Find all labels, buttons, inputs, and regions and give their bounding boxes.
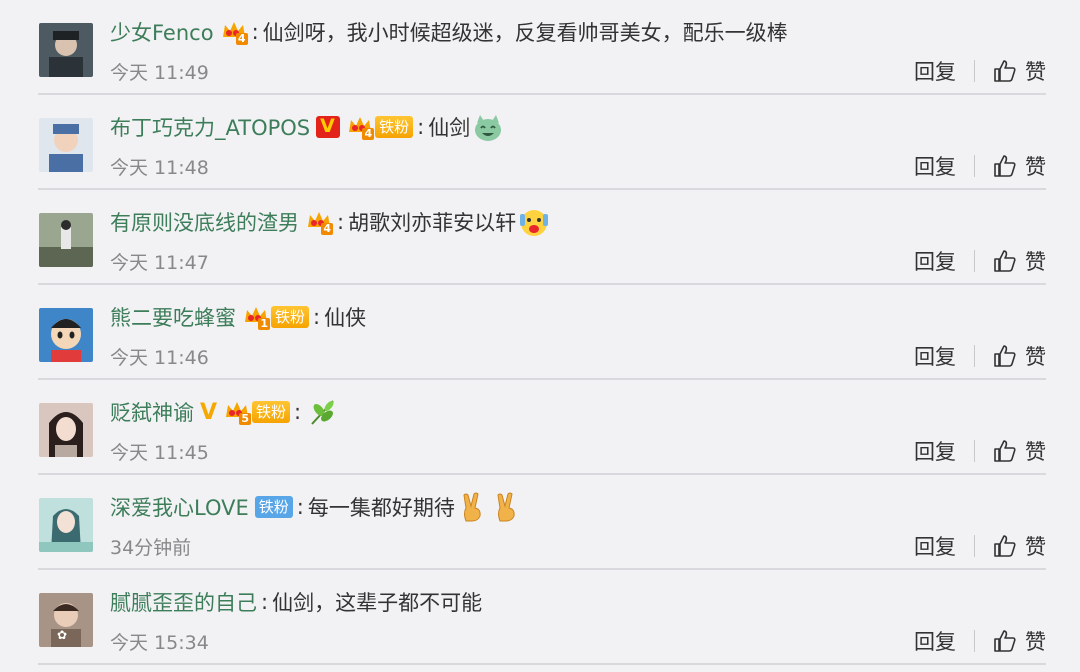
comment-text: 每一集都好期待 (307, 496, 455, 520)
reply-button[interactable]: 回复 (914, 626, 956, 656)
divider (974, 535, 975, 557)
avatar[interactable] (39, 308, 93, 362)
comment-text: 仙剑 (428, 116, 471, 140)
like-label: 赞 (1025, 250, 1046, 274)
username-link[interactable]: 深爱我心LOVE (110, 492, 249, 522)
comment-item: 熊二要吃蜂蜜 1 铁粉 : 仙侠 今天 11:46 回复 赞 (0, 285, 1080, 380)
like-button[interactable]: 赞 (993, 151, 1046, 181)
like-button[interactable]: 赞 (993, 341, 1046, 371)
thumbs-up-icon (993, 154, 1017, 178)
comment-item: 少女Fenco 4 : 仙剑呀，我小时候超级迷，反复看帅哥美女，配乐一级棒 今天… (0, 0, 1080, 95)
like-button[interactable]: 赞 (993, 626, 1046, 656)
username-link[interactable]: 熊二要吃蜂蜜 (110, 302, 236, 332)
fan-badge[interactable]: 铁粉 (252, 401, 291, 423)
username-link[interactable]: 少女Fenco (110, 17, 214, 47)
reply-button[interactable]: 回复 (914, 246, 956, 276)
thumbs-up-icon (993, 59, 1017, 83)
thumbs-up-icon (993, 629, 1017, 653)
comment-item: 贬弑神谕 V 5 铁粉 : 今天 11:45 回复 赞 (0, 380, 1080, 475)
thumbs-up-icon (993, 249, 1017, 273)
username-link[interactable]: 腻腻歪歪的自己 (110, 587, 257, 617)
comment-time: 今天 11:47 (110, 252, 209, 274)
svg-text:✿: ✿ (57, 628, 67, 642)
divider (974, 155, 975, 177)
divider (974, 250, 975, 272)
avatar[interactable] (39, 498, 93, 552)
reply-button[interactable]: 回复 (914, 341, 956, 371)
comment-time: 今天 11:45 (110, 442, 209, 464)
thumbs-up-icon (993, 534, 1017, 558)
like-button[interactable]: 赞 (993, 246, 1046, 276)
victory-hand-emoji-icon (457, 491, 489, 523)
comment-text: 仙剑呀，我小时候超级迷，反复看帅哥美女，配乐一级棒 (262, 21, 788, 45)
like-button[interactable]: 赞 (993, 56, 1046, 86)
like-button[interactable]: 赞 (993, 436, 1046, 466)
crown-badge-icon[interactable]: 4 (220, 19, 248, 45)
crown-badge-icon[interactable]: 5 (223, 399, 252, 425)
divider (974, 60, 975, 82)
comment-item: 布丁巧克力_ATOPOS V 4 铁粉 : 仙剑 今天 11:48 回复 赞 (0, 95, 1080, 190)
comment-time: 今天 11:48 (110, 157, 209, 179)
username-link[interactable]: 有原则没底线的渣男 (110, 207, 299, 237)
username-link[interactable]: 贬弑神谕 (110, 397, 194, 427)
comment-item: 深爱我心LOVE 铁粉 : 每一集都好期待 34分钟前 回复 赞 (0, 475, 1080, 570)
shock-face-emoji-icon (518, 206, 550, 238)
thumbs-up-icon (993, 344, 1017, 368)
row-divider (38, 663, 1046, 665)
thumbs-up-icon (993, 439, 1017, 463)
comment-text: 仙剑，这辈子都不可能 (272, 591, 483, 615)
reply-button[interactable]: 回复 (914, 436, 956, 466)
avatar[interactable] (39, 213, 93, 267)
comment-time: 今天 11:49 (110, 62, 209, 84)
comment-item: 有原则没底线的渣男 4 : 胡歌刘亦菲安以轩 今天 11:47 回复 赞 (0, 190, 1080, 285)
comment-list: 少女Fenco 4 : 仙剑呀，我小时候超级迷，反复看帅哥美女，配乐一级棒 今天… (0, 0, 1080, 672)
like-button[interactable]: 赞 (993, 531, 1046, 561)
like-label: 赞 (1025, 440, 1046, 464)
victory-hand-emoji-icon (491, 491, 523, 523)
avatar[interactable] (39, 23, 93, 77)
divider (974, 345, 975, 367)
comment-text: 仙侠 (324, 306, 367, 330)
username-link[interactable]: 布丁巧克力_ATOPOS (110, 112, 310, 142)
like-label: 赞 (1025, 60, 1046, 84)
crown-badge-icon[interactable]: 1 (242, 304, 270, 330)
reply-button[interactable]: 回复 (914, 531, 956, 561)
divider (974, 630, 975, 652)
like-label: 赞 (1025, 535, 1046, 559)
fan-badge[interactable]: 铁粉 (254, 496, 293, 518)
avatar[interactable]: ✿ (39, 593, 93, 647)
like-label: 赞 (1025, 345, 1046, 369)
verified-v-icon[interactable]: V (316, 115, 341, 138)
crown-badge-icon[interactable]: 4 (305, 209, 333, 235)
avatar[interactable] (39, 403, 93, 457)
verified-v-icon[interactable]: V (200, 400, 217, 425)
laughing-cat-emoji-icon (472, 111, 504, 143)
like-label: 赞 (1025, 155, 1046, 179)
like-label: 赞 (1025, 630, 1046, 654)
crown-badge-icon[interactable]: 4 (346, 114, 375, 140)
comment-item: ✿ 腻腻歪歪的自己 : 仙剑，这辈子都不可能 今天 15:34 回复 赞 (0, 570, 1080, 665)
reply-button[interactable]: 回复 (914, 151, 956, 181)
fan-badge[interactable]: 铁粉 (375, 116, 414, 138)
divider (974, 440, 975, 462)
comment-text: 胡歌刘亦菲安以轩 (348, 211, 517, 235)
fan-badge[interactable]: 铁粉 (271, 306, 310, 328)
reply-button[interactable]: 回复 (914, 56, 956, 86)
leaf-emoji-icon (307, 396, 339, 428)
comment-time: 34分钟前 (110, 537, 192, 559)
avatar[interactable] (39, 118, 93, 172)
comment-time: 今天 15:34 (110, 632, 209, 654)
comment-time: 今天 11:46 (110, 347, 209, 369)
